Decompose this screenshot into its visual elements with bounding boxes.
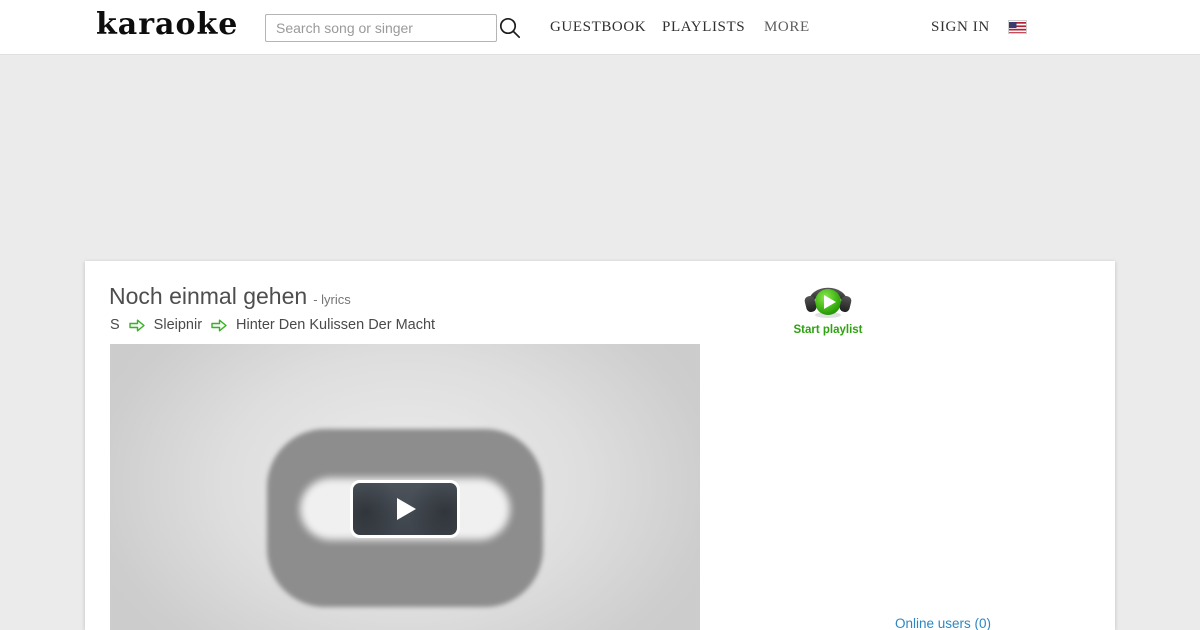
start-playlist-label: Start playlist [793, 324, 863, 336]
headphones-play-icon [802, 287, 854, 322]
page: karaoke GUESTBOOK PLAYLISTS MORE SIGN IN [0, 0, 1200, 630]
song-title-text: Noch einmal gehen [109, 283, 308, 309]
search-box [265, 14, 497, 42]
breadcrumb-letter[interactable]: S [110, 317, 120, 333]
arrow-right-icon [211, 319, 227, 332]
us-flag-icon[interactable] [1008, 20, 1027, 34]
song-card: Noch einmal gehen - lyrics S Sleipnir Hin… [85, 261, 1115, 630]
nav-link-guestbook[interactable]: GUESTBOOK [550, 19, 646, 36]
breadcrumb-artist[interactable]: Sleipnir [154, 317, 202, 333]
search-input[interactable] [265, 14, 497, 42]
nav-link-playlists[interactable]: PLAYLISTS [662, 19, 745, 36]
arrow-right-icon [128, 319, 145, 332]
sign-in-button[interactable]: SIGN IN [931, 19, 990, 36]
page-title: Noch einmal gehen - lyrics [109, 283, 351, 310]
site-logo[interactable]: karaoke [96, 7, 238, 42]
play-icon [397, 498, 416, 520]
top-navbar: karaoke GUESTBOOK PLAYLISTS MORE SIGN IN [0, 0, 1200, 55]
breadcrumb-album[interactable]: Hinter Den Kulissen Der Macht [236, 317, 435, 333]
online-users-link[interactable]: Online users (0) [895, 616, 991, 630]
search-button[interactable] [497, 16, 523, 42]
search-icon [498, 17, 522, 43]
video-player[interactable] [110, 344, 700, 630]
breadcrumb: S Sleipnir Hinter Den Kulissen Der Macht [110, 317, 435, 333]
nav-link-more[interactable]: MORE [764, 19, 810, 36]
title-suffix: - lyrics [313, 292, 351, 307]
video-play-button[interactable] [350, 480, 460, 538]
start-playlist-button[interactable]: Start playlist [768, 277, 888, 336]
